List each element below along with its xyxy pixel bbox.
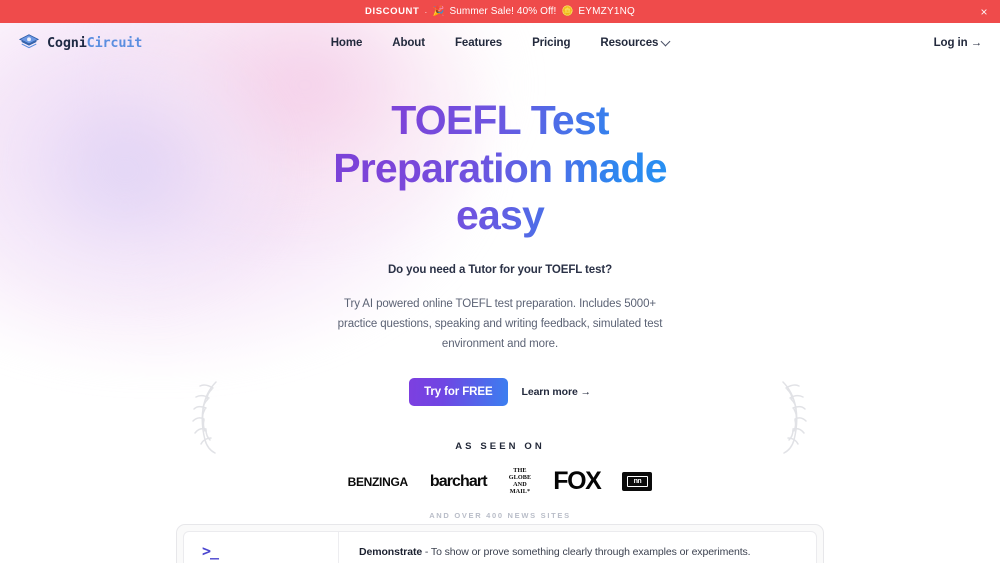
press-logos-row: BENZINGA barchart THE GLOBE AND MAIL* FO… — [0, 467, 1000, 496]
chevron-down-icon — [660, 36, 671, 46]
news-tv-glyph: nn — [626, 476, 648, 488]
nav-item-home-label: Home — [330, 37, 363, 49]
terminal-panel: >_ — [184, 532, 339, 563]
definition-body: - To show or prove something clearly thr… — [422, 546, 751, 558]
nav-item-home[interactable]: Home — [331, 37, 363, 49]
as-seen-on-section: AS SEEN ON BENZINGA barchart THE GLOBE A… — [0, 441, 1000, 520]
nav-item-features-label: Features — [454, 37, 503, 49]
promo-code[interactable]: EYMZY1NQ — [578, 6, 635, 17]
nav-item-pricing[interactable]: Pricing — [532, 37, 570, 49]
discount-label: DISCOUNT — [365, 6, 420, 17]
benzinga-logo: BENZINGA — [347, 474, 409, 489]
nav-item-features[interactable]: Features — [455, 37, 502, 49]
definition-term: Demonstrate — [359, 546, 423, 558]
page-title: TOEFL Test Preparation made easy — [290, 97, 710, 240]
nav-item-pricing-label: Pricing — [532, 37, 571, 49]
main-navbar: CogniCircuit Home About Features Pricing… — [0, 23, 1000, 63]
hero-subtitle: Do you need a Tutor for your TOEFL test? — [387, 263, 613, 276]
nav-item-resources[interactable]: Resources — [600, 36, 671, 49]
coin-icon: 🪙 — [561, 5, 574, 17]
brand-logo[interactable]: CogniCircuit — [18, 32, 142, 54]
definition-card-body: >_ Demonstrate - To show or prove someth… — [183, 531, 817, 563]
barchart-logo: barchart — [429, 472, 488, 490]
hero-description: Try AI powered online TOEFL test prepara… — [337, 297, 663, 350]
hero-cta-row: Try for FREE Learn more → — [0, 377, 1000, 406]
banner-message: Summer Sale! 40% Off! — [449, 6, 557, 17]
globe-line-4: MAIL* — [509, 487, 531, 495]
nav-item-resources-label: Resources — [600, 37, 659, 49]
party-popper-icon: 🎉 — [432, 5, 445, 17]
close-icon[interactable]: × — [977, 5, 991, 19]
learn-more-link[interactable]: Learn more → — [522, 386, 592, 398]
nav-item-about[interactable]: About — [392, 37, 425, 49]
layers-icon — [18, 34, 40, 49]
news-sites-note: AND OVER 400 NEWS SITES — [429, 510, 571, 520]
login-button[interactable]: Log in → — [934, 37, 982, 49]
as-seen-on-title: AS SEEN ON — [455, 440, 545, 452]
announcement-banner: DISCOUNT · 🎉 Summer Sale! 40% Off! 🪙 EYM… — [0, 0, 1000, 23]
definition-card: >_ Demonstrate - To show or prove someth… — [176, 524, 824, 563]
hero-section: TOEFL Test Preparation made easy Do you … — [0, 63, 1000, 406]
terminal-prompt-icon: >_ — [202, 542, 219, 560]
announcement-content: DISCOUNT · 🎉 Summer Sale! 40% Off! 🪙 EYM… — [365, 6, 635, 17]
try-for-free-button[interactable]: Try for FREE — [409, 377, 508, 406]
news-tv-logo: nn — [622, 472, 653, 492]
brand-name-part2: Circuit — [86, 35, 143, 51]
banner-separator: · — [424, 6, 428, 17]
definition-text: Demonstrate - To show or prove something… — [339, 532, 816, 563]
brand-name-part1: Cogni — [47, 35, 87, 51]
nav-links: Home About Features Pricing Resources — [0, 36, 1000, 49]
fox-logo: FOX — [553, 467, 602, 496]
nav-item-about-label: About — [392, 37, 425, 49]
navbar-right: Log in → — [934, 37, 982, 49]
brand-name: CogniCircuit — [47, 35, 142, 51]
globe-and-mail-logo: THE GLOBE AND MAIL* — [509, 467, 532, 496]
